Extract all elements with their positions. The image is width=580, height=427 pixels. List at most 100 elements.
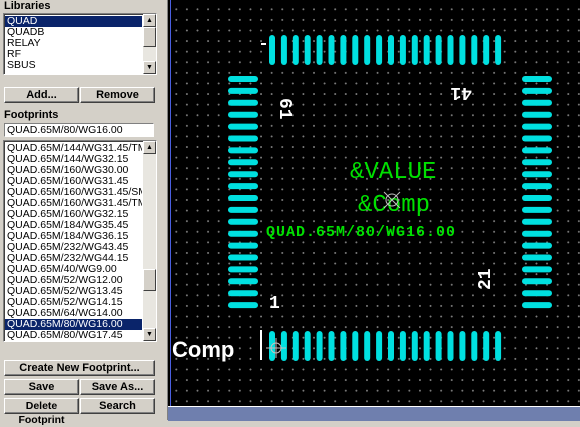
pad-bottom <box>447 331 454 361</box>
pad-top <box>269 35 275 65</box>
pad-top <box>435 35 442 65</box>
pad-bottom <box>328 331 335 361</box>
pad-right <box>522 135 552 142</box>
pad-top <box>340 35 347 65</box>
pad-top <box>316 35 323 65</box>
pad-right <box>522 290 552 297</box>
pad-top <box>483 35 490 65</box>
save-button[interactable]: Save <box>4 379 79 395</box>
footprint-list-item[interactable]: QUAD.65M/184/WG35.45 <box>5 220 142 231</box>
scrollbar-thumb[interactable] <box>143 27 156 47</box>
library-list-item[interactable]: QUAD <box>5 16 142 27</box>
pad-top <box>328 35 335 65</box>
scroll-up-icon[interactable]: ▲ <box>143 14 156 27</box>
pad-left <box>228 183 258 190</box>
pad-left <box>228 302 258 309</box>
create-new-footprint-button[interactable]: Create New Footprint... <box>4 360 155 376</box>
pad-left <box>228 278 258 285</box>
pad-top <box>495 35 502 65</box>
pad-right <box>522 242 552 249</box>
footprint-list-item[interactable]: QUAD.65M/80/WG16.00 <box>5 319 142 330</box>
pad-right <box>522 171 552 178</box>
pad-right <box>522 266 552 273</box>
footprints-scrollbar[interactable]: ▲ ▼ <box>143 141 156 341</box>
scroll-down-icon[interactable]: ▼ <box>143 328 156 341</box>
pad-left <box>228 135 258 142</box>
pad-bottom <box>411 331 418 361</box>
pin61-label: 61 <box>274 98 294 120</box>
scroll-up-icon[interactable]: ▲ <box>143 141 156 154</box>
search-button[interactable]: Search <box>80 398 155 414</box>
ref-designator-label: Comp <box>172 337 234 362</box>
footprint-list-item[interactable]: QUAD.65M/232/WG44.15 <box>5 253 142 264</box>
pad-right <box>522 99 552 106</box>
pad-top <box>352 35 359 65</box>
footprints-list[interactable]: QUAD.65M/144/WG31.45/TMS QUAD.65M/144/WG3… <box>3 140 157 342</box>
footprint-list-item[interactable]: QUAD.65M/184/WG36.15 <box>5 231 142 242</box>
save-as-button[interactable]: Save As... <box>80 379 155 395</box>
pad-right <box>522 302 552 309</box>
library-list-item[interactable]: RELAY <box>5 38 142 49</box>
pad-top <box>423 35 430 65</box>
pad-left <box>228 159 258 166</box>
pad-bottom <box>471 331 478 361</box>
remove-library-button[interactable]: Remove <box>80 87 155 103</box>
pad-left <box>228 87 258 94</box>
pad-left <box>228 254 258 261</box>
footprint-list-item[interactable]: QUAD.65M/160/WG31.45/TMS <box>5 198 142 209</box>
pad-bottom <box>364 331 371 361</box>
pin1-label: 1 <box>269 294 280 314</box>
pad-left <box>228 206 258 213</box>
pad-right <box>522 195 552 201</box>
footprint-list-item[interactable]: QUAD.65M/144/WG31.45/TMS <box>5 143 142 154</box>
footprint-list-item[interactable]: QUAD.65M/160/WG31.45 <box>5 176 142 187</box>
footprint-list-item[interactable]: QUAD.65M/160/WG32.15 <box>5 209 142 220</box>
libraries-scrollbar[interactable]: ▲ ▼ <box>143 14 156 74</box>
pad-left <box>228 230 258 237</box>
pad-top <box>304 35 311 65</box>
footprints-header: Footprints <box>4 109 59 121</box>
pad-bottom <box>352 331 359 361</box>
footprint-canvas[interactable]: &VALUE &Comp QUAD.65M/80/WG16.00 Comp 1 … <box>168 0 580 406</box>
footprint-list-item[interactable]: QUAD.65M/40/WG9.00 <box>5 264 142 275</box>
pin21-label: 21 <box>476 268 496 290</box>
pad-left <box>228 266 258 273</box>
pad-right <box>522 206 552 213</box>
canvas-edge-line <box>170 0 171 406</box>
footprint-name-text: QUAD.65M/80/WG16.00 <box>266 224 456 241</box>
pad-bottom <box>483 331 490 361</box>
footprint-list-item[interactable]: QUAD.65M/160/WG31.45/SMS <box>5 187 142 198</box>
pad-bottom <box>388 331 394 361</box>
library-list-item[interactable]: QUADB <box>5 27 142 38</box>
pin41-label: 41 <box>450 82 472 102</box>
left-panel: Libraries QUAD QUADB RELAY RF SBUS ▲ ▼ Add..… <box>0 0 162 426</box>
pad-right <box>522 76 552 82</box>
libraries-list[interactable]: QUAD QUADB RELAY RF SBUS ▲ ▼ <box>3 13 157 75</box>
pad-right <box>522 183 552 190</box>
pad-left <box>228 111 258 118</box>
footprint-list-item[interactable]: QUAD.65M/52/WG13.45 <box>5 286 142 297</box>
footprint-list-item[interactable]: QUAD.65M/80/WG17.45 <box>5 330 142 341</box>
pad-right <box>522 87 552 94</box>
footprint-list-item[interactable]: QUAD.65M/160/WG30.00 <box>5 165 142 176</box>
library-list-item[interactable]: SBUS <box>5 60 142 71</box>
pad-left <box>228 171 258 178</box>
delete-footprint-button[interactable]: Delete Footprint <box>4 398 79 426</box>
footprint-list-item[interactable]: QUAD.65M/52/WG14.15 <box>5 297 142 308</box>
footprint-drawing: &VALUE &Comp QUAD.65M/80/WG16.00 Comp 1 … <box>172 35 552 362</box>
scrollbar-thumb[interactable] <box>143 269 156 291</box>
scroll-down-icon[interactable]: ▼ <box>143 61 156 74</box>
pad-bottom <box>292 331 299 361</box>
libraries-header: Libraries <box>4 0 51 12</box>
origin-crosshair-icon <box>383 191 401 209</box>
footprint-list-item[interactable]: QUAD.65M/52/WG12.00 <box>5 275 142 286</box>
footprint-name-field[interactable]: QUAD.65M/80/WG16.00 <box>4 123 154 137</box>
pad-right <box>522 218 552 225</box>
footprint-list-item[interactable]: QUAD.65M/64/WG14.00 <box>5 308 142 319</box>
pad-right <box>522 278 552 285</box>
library-list-item[interactable]: RF <box>5 49 142 60</box>
footprint-list-item[interactable]: QUAD.65M/144/WG32.15 <box>5 154 142 165</box>
footprint-list-item[interactable]: QUAD.65M/232/WG43.45 <box>5 242 142 253</box>
add-library-button[interactable]: Add... <box>4 87 79 103</box>
canvas-horizontal-scrollbar[interactable] <box>168 406 580 421</box>
